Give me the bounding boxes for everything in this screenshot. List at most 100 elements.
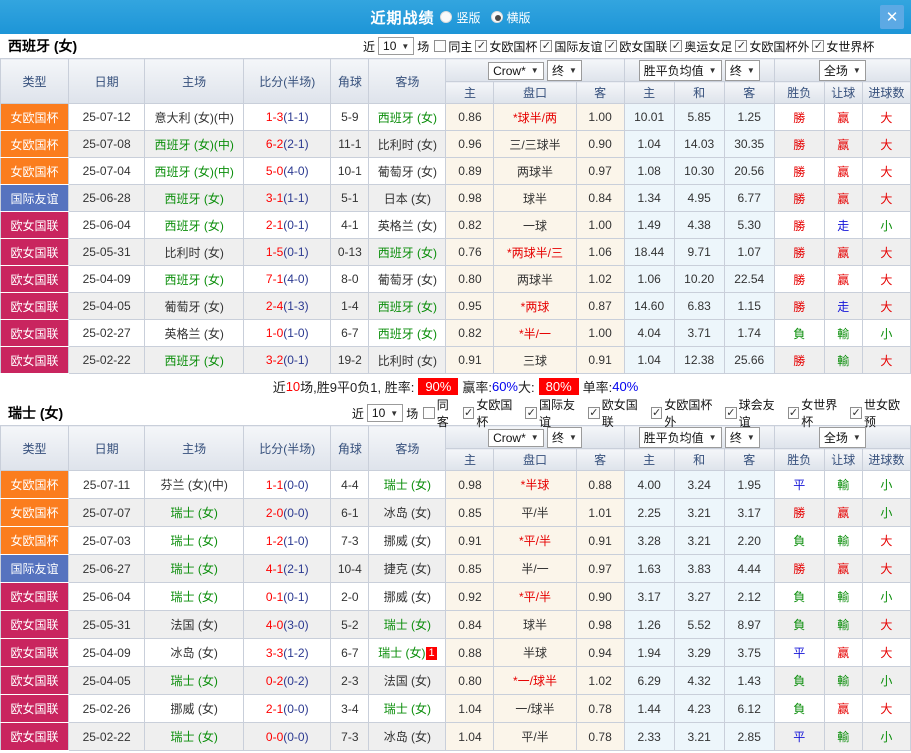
checkbox-checked-icon[interactable]: ✓: [540, 40, 553, 52]
avg-draw-odds: 3.83: [673, 554, 725, 583]
same-venue-checkbox[interactable]: 同客: [421, 396, 460, 430]
avg-final-select[interactable]: 终 ▼: [724, 426, 760, 448]
competition-checkbox[interactable]: ✓ 世女欧预: [848, 396, 910, 430]
competition-badge: 欧女国联: [0, 346, 70, 374]
competition-checkbox[interactable]: ✓ 欧女国联: [586, 396, 648, 430]
home-team: 英格兰 (女): [144, 319, 245, 347]
recent-count-select[interactable]: 10 ▼: [366, 404, 404, 422]
away-team: 瑞士 (女): [368, 470, 447, 499]
odds-company-select[interactable]: Crow* ▼: [488, 428, 544, 447]
corner-score: 8-0: [330, 265, 370, 293]
score: 5-0(4-0): [243, 157, 332, 185]
checkbox-checked-icon[interactable]: ✓: [670, 40, 683, 52]
avg-select[interactable]: 胜平负均值 ▼: [638, 59, 722, 81]
chevron-down-icon: ▼: [401, 41, 410, 51]
sub-avg-lose: 客: [723, 81, 775, 104]
checkbox-checked-icon[interactable]: ✓: [525, 407, 538, 419]
corner-score: 5-1: [330, 184, 370, 212]
halftime-score: (1-1): [283, 110, 309, 124]
checkbox-checked-icon[interactable]: ✓: [812, 40, 825, 52]
handicap-line: 一球: [493, 211, 577, 239]
competition-checkbox[interactable]: ✓ 国际友谊: [538, 38, 602, 55]
handicap-home-odds: 0.80: [445, 666, 495, 695]
fulltime-score: 2-0: [265, 505, 284, 520]
handicap-away-odds: 0.84: [575, 184, 625, 212]
corner-score: 6-7: [330, 319, 370, 347]
checkbox-checked-icon[interactable]: ✓: [850, 407, 862, 419]
avg-draw-odds: 3.24: [673, 470, 725, 499]
checkbox-label: 球会友谊: [738, 398, 775, 429]
avg-draw-odds: 3.21: [673, 498, 725, 527]
avg-win-odds: 1.63: [623, 554, 675, 583]
handicap-away-odds: 0.94: [575, 638, 625, 667]
odds-final-select[interactable]: 终 ▼: [547, 426, 582, 448]
match-row: 女欧国杯 25-07-04 西班牙 (女)(中) 5-0(4-0) 10-1 葡萄牙 (女…: [0, 157, 911, 185]
scope-select[interactable]: 全场 ▼: [818, 426, 866, 448]
radio-horizontal-layout[interactable]: 横版: [490, 9, 531, 26]
checkbox-checked-icon[interactable]: ✓: [725, 407, 737, 419]
competition-checkbox[interactable]: ✓ 国际友谊: [523, 396, 585, 430]
handicap-away-odds: 1.00: [575, 103, 625, 131]
competition-checkbox[interactable]: ✓ 欧女国联: [603, 38, 667, 55]
handicap-home-odds: 0.92: [445, 582, 495, 611]
competition-checkbox[interactable]: ✓ 女欧国杯: [473, 38, 537, 55]
goals-outcome: 小: [861, 498, 911, 527]
goals-outcome: 大: [861, 694, 911, 723]
checkbox-checked-icon[interactable]: ✓: [475, 40, 488, 52]
fulltime-score: 3-3: [265, 645, 284, 660]
competition-badge: 欧女国联: [0, 610, 70, 639]
recent-count-value: 10: [383, 39, 397, 53]
same-venue-checkbox[interactable]: 同主: [432, 38, 472, 55]
checkbox-checked-icon[interactable]: ✓: [462, 407, 475, 419]
odds-company-select[interactable]: Crow* ▼: [488, 61, 544, 80]
checkbox-checked-icon[interactable]: ✓: [588, 407, 600, 419]
competition-checkbox[interactable]: ✓ 女欧国杯: [461, 396, 523, 430]
avg-draw-odds: 3.27: [673, 582, 725, 611]
handicap-home-odds: 0.84: [445, 610, 495, 639]
checkbox-checked-icon[interactable]: ✓: [605, 40, 618, 52]
competition-checkbox[interactable]: ✓ 女欧国杯外: [733, 38, 809, 55]
radio-selected-icon[interactable]: [490, 11, 503, 23]
close-icon[interactable]: ✕: [880, 5, 904, 29]
checkbox-checked-icon[interactable]: ✓: [787, 407, 800, 419]
competition-badge: 欧女国联: [0, 319, 70, 347]
corner-score: 7-3: [330, 526, 370, 555]
competition-badge: 欧女国联: [0, 666, 70, 695]
match-date: 25-07-07: [68, 498, 146, 527]
avg-final-select[interactable]: 终 ▼: [724, 59, 760, 81]
checkbox-checked-icon[interactable]: ✓: [735, 40, 748, 52]
halftime-score: (1-0): [283, 326, 309, 340]
avg-lose-odds: 2.12: [723, 582, 775, 611]
checkbox-unchecked-icon[interactable]: [423, 407, 435, 419]
filters-bar: 近 10 ▼ 场同主 ✓ 女欧国杯 ✓ 国际友谊 ✓ 欧女国联 ✓ 奥运女足 ✓ 女欧国杯外 ✓ 女世界杯: [360, 37, 875, 55]
avg-win-odds: 3.17: [623, 582, 675, 611]
checkbox-unchecked-icon[interactable]: [434, 40, 447, 52]
halftime-score: (4-0): [283, 164, 309, 178]
radio-vertical-layout[interactable]: 竖版: [440, 9, 481, 26]
home-team: 瑞士 (女): [144, 722, 245, 751]
away-team: 西班牙 (女): [368, 103, 447, 131]
competition-checkbox[interactable]: ✓ 女世界杯: [786, 396, 848, 430]
checkbox-checked-icon[interactable]: ✓: [650, 407, 663, 419]
radio-unselected-icon[interactable]: [440, 11, 453, 23]
competition-checkbox[interactable]: ✓ 奥运女足: [668, 38, 732, 55]
avg-lose-odds: 1.95: [723, 470, 775, 499]
match-date: 25-06-27: [68, 554, 146, 583]
handicap-line: *两球: [493, 292, 577, 320]
sub-home-odds: 主: [445, 448, 495, 471]
sub-away-odds: 客: [575, 448, 625, 471]
competition-badge: 国际友谊: [0, 554, 70, 583]
away-team: 法国 (女): [368, 666, 447, 695]
recent-count-select[interactable]: 10 ▼: [378, 37, 415, 55]
handicap-home-odds: 0.98: [445, 184, 495, 212]
avg-select[interactable]: 胜平负均值 ▼: [638, 426, 722, 448]
sub-home-odds: 主: [445, 81, 495, 104]
competition-checkbox[interactable]: ✓ 女世界杯: [810, 38, 874, 55]
competition-checkbox[interactable]: ✓ 女欧国杯外: [649, 396, 722, 430]
scope-select[interactable]: 全场 ▼: [818, 59, 866, 81]
sub-handicap: 盘口: [493, 448, 577, 471]
competition-checkbox[interactable]: ✓ 球会友谊: [723, 396, 785, 430]
odds-final-select[interactable]: 终 ▼: [547, 59, 582, 81]
popup-title: 近期战绩: [370, 9, 435, 27]
avg-draw-odds: 10.20: [673, 265, 725, 293]
